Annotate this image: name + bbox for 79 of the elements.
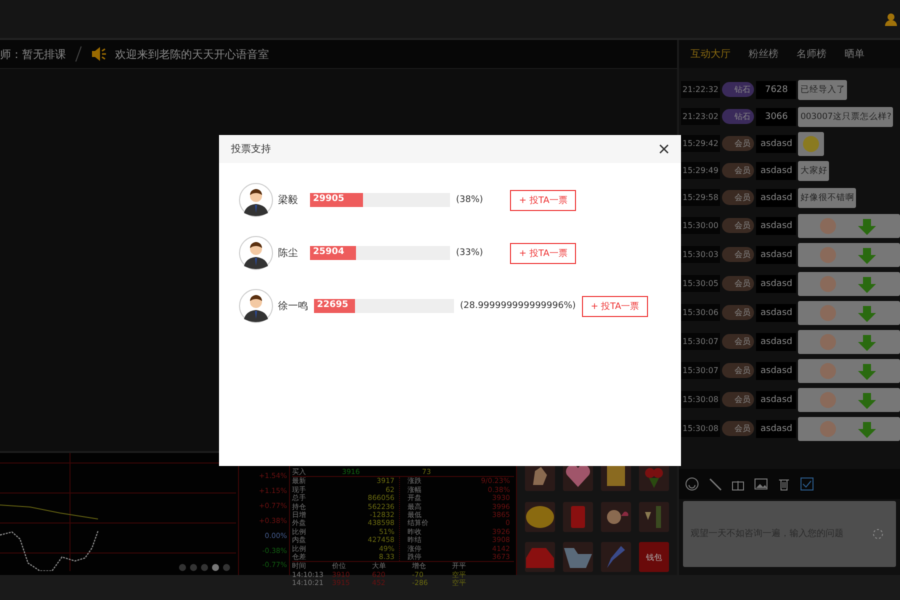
user-name: asdasd	[756, 188, 796, 206]
user-name: asdasd	[756, 274, 796, 292]
trash-icon[interactable]	[776, 477, 790, 491]
user-name: asdasd	[756, 162, 796, 180]
message-time: 21:23:02	[680, 108, 720, 125]
message-time: 15:30:08	[680, 420, 720, 437]
level-badge: 会员	[722, 363, 754, 378]
level-badge: 会员	[722, 334, 754, 349]
vote-percent: (33%)	[456, 248, 484, 258]
candidate-name: 陈尘	[278, 246, 299, 260]
user-icon[interactable]	[884, 12, 898, 26]
user-name: asdasd	[756, 390, 796, 408]
message-time: 15:30:07	[680, 333, 720, 350]
user-name: asdasd	[756, 420, 796, 438]
user-name: asdasd	[756, 134, 796, 152]
message-time: 15:30:08	[680, 391, 720, 408]
vote-count: 29905	[313, 194, 344, 204]
vote-count: 25904	[313, 247, 344, 257]
level-badge: 会员	[722, 392, 754, 407]
message-time: 15:29:42	[680, 135, 720, 152]
carousel-dot[interactable]	[223, 564, 230, 571]
vote-button[interactable]: + 投TA一票	[582, 296, 648, 316]
message-time: 15:30:00	[680, 217, 720, 234]
message-time: 21:22:32	[680, 81, 720, 98]
image-icon[interactable]	[754, 477, 768, 491]
message-time: 15:29:58	[680, 189, 720, 206]
level-badge: 会员	[722, 163, 754, 178]
user-name: 3066	[756, 108, 796, 126]
vote-percent: (38%)	[456, 195, 484, 205]
message-time: 15:30:05	[680, 275, 720, 292]
teacher-schedule: 师：暂无排课	[0, 46, 66, 62]
candidate-name: 梁毅	[278, 194, 299, 207]
level-badge: 钻石	[722, 82, 754, 97]
vote-button[interactable]: + 投TA一票	[510, 190, 576, 210]
level-badge: 会员	[722, 247, 754, 262]
user-name: asdasd	[756, 246, 796, 264]
carousel-dot[interactable]	[201, 564, 208, 571]
message-time: 15:29:49	[680, 162, 720, 179]
message-bubble: 大家好	[798, 160, 830, 180]
chat-tab[interactable]: 互动大厅	[682, 43, 738, 65]
user-name: asdasd	[756, 304, 796, 322]
chat-tab[interactable]: 粉丝榜	[740, 43, 786, 65]
level-badge: 会员	[722, 421, 754, 436]
message-time: 15:30:03	[680, 246, 720, 263]
vote-button[interactable]: + 投TA一票	[510, 242, 576, 264]
user-name: asdasd	[756, 362, 796, 380]
message-time: 15:30:07	[680, 362, 720, 379]
carousel-dot[interactable]	[179, 564, 186, 571]
message-time: 15:30:06	[680, 304, 720, 321]
spinner-icon	[872, 528, 884, 540]
speaker-icon	[91, 47, 107, 61]
level-badge: 会员	[722, 136, 754, 151]
avatar-icon	[239, 236, 273, 270]
wallet-button[interactable]: 钱包	[639, 542, 669, 572]
chat-tab[interactable]: 晒单	[836, 43, 872, 65]
candidate-name: 徐一鸣	[278, 300, 308, 313]
message-bubble: 已经导入了	[798, 80, 848, 100]
chat-tab[interactable]: 名师榜	[788, 43, 834, 65]
vote-percent: (28.999999999999996%)	[460, 301, 576, 311]
vote-count: 22695	[317, 300, 348, 310]
carousel-dot[interactable]	[190, 564, 197, 571]
user-name: asdasd	[756, 332, 796, 350]
dialog-title: 投票支持	[231, 142, 271, 156]
carousel-dot[interactable]	[212, 564, 219, 571]
message-bubble: 003007这只票怎么样?	[798, 106, 894, 126]
message-bubble: 好像很不错啊	[798, 188, 856, 208]
level-badge: 钻石	[722, 109, 754, 124]
level-badge: 会员	[722, 276, 754, 291]
welcome-message: 欢迎来到老陈的天天开心语音室	[115, 46, 269, 62]
close-icon[interactable]	[659, 144, 669, 154]
avatar-icon	[239, 183, 273, 217]
checkbox-icon[interactable]	[800, 477, 814, 491]
level-badge: 会员	[722, 305, 754, 320]
avatar-icon	[239, 289, 273, 323]
user-name: asdasd	[756, 216, 796, 234]
level-badge: 会员	[722, 190, 754, 205]
level-badge: 会员	[722, 218, 754, 233]
user-name: 7628	[756, 80, 796, 98]
wand-icon[interactable]	[708, 477, 722, 491]
